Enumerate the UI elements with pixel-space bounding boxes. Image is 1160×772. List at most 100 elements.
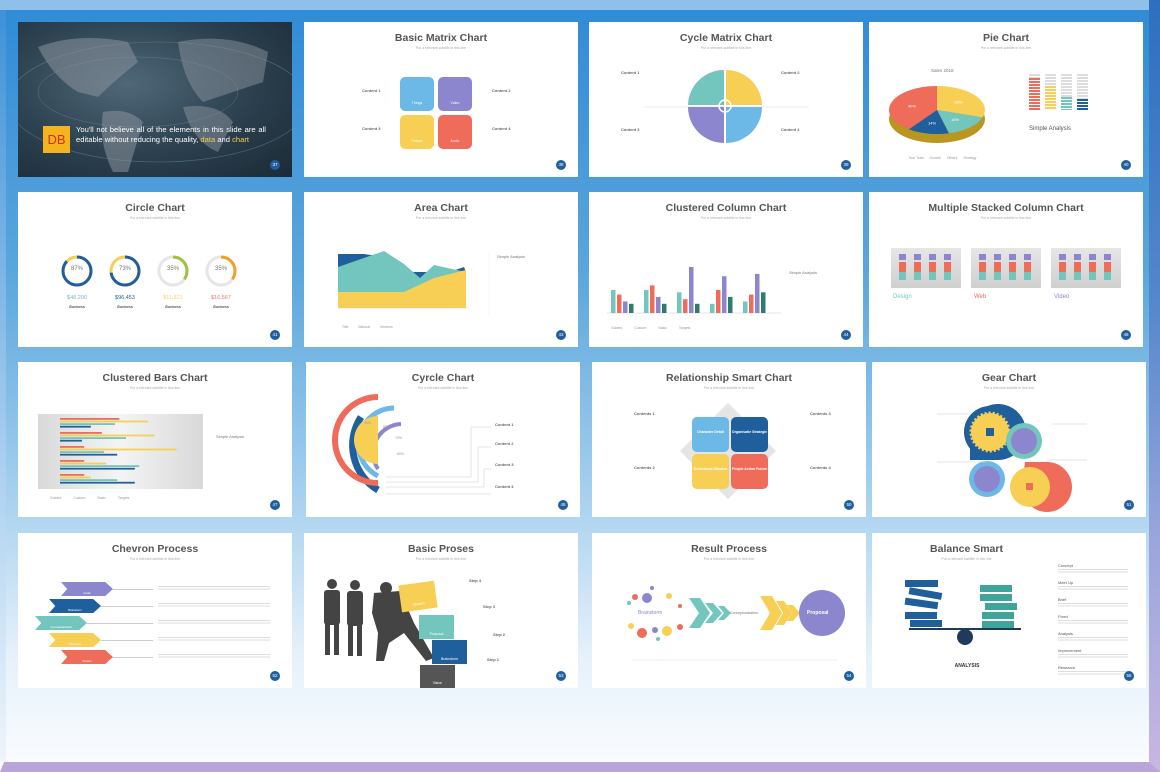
column-bar <box>722 276 727 313</box>
quadrant-things <box>726 107 762 143</box>
description-lines <box>158 620 270 625</box>
legend-item: Vendors <box>379 325 393 329</box>
list-heading: Fixed <box>1058 614 1068 619</box>
slide-thumbnail-37[interactable]: DB You'll not believe all of the element… <box>18 22 292 177</box>
slide-number: 37 <box>270 160 280 170</box>
slide-thumbnail-46[interactable]: Multiple Stacked Column Chart Put a rele… <box>869 192 1143 347</box>
column-bar <box>662 303 667 313</box>
hbar <box>60 437 126 439</box>
column-bar <box>743 301 748 313</box>
matrix-tile-video: Video <box>438 77 472 111</box>
stacked-panel <box>971 248 1041 288</box>
slide-thumbnail-41[interactable]: Circle Chart Put a relevant subtitle in … <box>18 192 292 347</box>
list-heading: Meet Up <box>1058 580 1074 585</box>
pie-stack-bar <box>1045 74 1056 110</box>
conceptualization-label: Conceptualization <box>730 611 758 615</box>
slide-thumbnail-47[interactable]: Clustered Bars Chart Put a relevant subt… <box>18 362 292 517</box>
content-label: Content 1 <box>621 70 640 75</box>
slide-thumbnail-38[interactable]: Basic Matrix Chart Put a relevant subtit… <box>304 22 578 177</box>
step-label: Step 3 <box>483 604 496 609</box>
slide-number: 50 <box>844 500 854 510</box>
step-label: Step 4 <box>469 578 482 583</box>
slide-title: Chevron Process <box>111 543 199 555</box>
hbar <box>60 448 177 451</box>
cover-highlight-chart: chart <box>232 134 249 144</box>
content-label: Content 2 <box>492 88 511 93</box>
pie-slice-label: 14% <box>928 120 936 125</box>
slide-subtitle: Put a relevant subtitle in this line <box>980 216 1032 220</box>
clustered-column-chart <box>607 267 781 314</box>
slide-number: 54 <box>844 671 854 681</box>
gauge-caption: Business <box>213 305 229 309</box>
column-bar <box>656 296 661 313</box>
chevron-step: Proposal <box>49 633 101 647</box>
stack-segment <box>1059 262 1066 272</box>
pie-slice-label: 40% <box>908 103 916 108</box>
frame-bevel-right <box>1149 0 1160 772</box>
slide-thumbnail-44[interactable]: Clustered Column Chart Put a relevant su… <box>589 192 863 347</box>
step-label: Step 1 <box>487 657 500 662</box>
slide-thumbnail-54[interactable]: Result Process Put a relevant subtitle i… <box>592 533 866 688</box>
list-heading: Concept <box>1058 563 1073 568</box>
frame-bevel-bottom <box>0 762 1160 772</box>
balance-list-item: Research <box>1058 665 1128 676</box>
tile-label: Character Detail <box>697 430 724 434</box>
slide-thumbnail-50[interactable]: Relationship Smart Chart Put a relevant … <box>592 362 866 517</box>
slide-thumbnail-39[interactable]: Cycle Matrix Chart Put a relevant subtit… <box>589 22 863 177</box>
hbar <box>60 423 115 425</box>
hbar <box>60 462 107 465</box>
pie-legend: Sub Total Growth Others Strategy <box>909 156 976 161</box>
stack-segment <box>1024 272 1031 280</box>
gauge-caption: Business <box>117 305 133 309</box>
gauge-value: $16,567 <box>211 295 231 301</box>
connector-line <box>113 657 153 658</box>
hbar <box>60 479 118 481</box>
legend-item: Guided <box>50 496 62 500</box>
hbar <box>60 460 85 462</box>
slide-thumbnail-43[interactable]: Area Chart Put a relevant subtitle in th… <box>304 192 578 347</box>
cover-and: and <box>215 134 233 144</box>
gauge-percent: 35% <box>214 266 227 272</box>
column-bar <box>716 290 721 313</box>
stack-segment <box>914 272 921 280</box>
content-label: Content 4 <box>495 484 514 489</box>
balance-list-item: Fixed <box>1058 614 1128 625</box>
process-box-brainstorm: Brainstorm <box>432 640 467 664</box>
stack-segment <box>1059 272 1066 280</box>
slide-thumbnail-40[interactable]: Pie Chart Put a relevant subtitle in thi… <box>869 22 1143 177</box>
slide-thumbnail-53[interactable]: Basic Proses Put a relevant subtitle in … <box>304 533 578 688</box>
brainstorm-label: Brainstorm <box>638 610 663 616</box>
chevron-label: Brainstorm <box>68 608 82 612</box>
balance-list-item: Improvement <box>1058 648 1128 659</box>
column-bar <box>629 303 634 313</box>
frame-bevel-left <box>0 10 6 762</box>
matrix-tile-picture: Picture <box>400 115 434 149</box>
column-bar <box>761 292 766 313</box>
gauge-caption: Business <box>69 305 85 309</box>
slide-thumbnail-55[interactable]: Balance Smart Put a relevant subtitle in… <box>872 533 1146 688</box>
slide-thumbnail-51[interactable]: Gear Chart Put a relevant subtitle in th… <box>872 362 1146 517</box>
hbar <box>60 439 82 442</box>
content-label: Content 4 <box>492 126 511 131</box>
chevron-step: Brainstorm <box>49 599 101 613</box>
slide-thumbnail-48[interactable]: Cyrcle Chart Put a relevant subtitle in … <box>306 362 580 517</box>
content-label: Contents 3 <box>810 411 831 416</box>
column-bar <box>677 292 682 313</box>
stack-segment <box>1089 262 1096 272</box>
chevron-step: Mission <box>61 650 113 664</box>
bars-legend: Guided Custom Basic Targets <box>50 496 129 501</box>
column-bar <box>689 267 694 313</box>
description-lines <box>158 654 270 659</box>
legend-item: Custom <box>634 326 647 330</box>
list-heading: Research <box>1058 665 1076 670</box>
pie-slice-label: 30% <box>954 100 962 105</box>
slide-thumbnail-52[interactable]: Chevron Process Put a relevant subtitle … <box>18 533 292 688</box>
slide-number: 41 <box>270 330 280 340</box>
gauge-percent: 87% <box>70 266 83 272</box>
legend-item: Manual <box>358 325 370 329</box>
legend-item: Basic <box>658 326 667 330</box>
ring-label: 70% <box>395 436 403 440</box>
ring-label: 80% <box>383 425 391 429</box>
connector-line <box>101 606 153 607</box>
legend-item: Targets <box>678 326 691 330</box>
